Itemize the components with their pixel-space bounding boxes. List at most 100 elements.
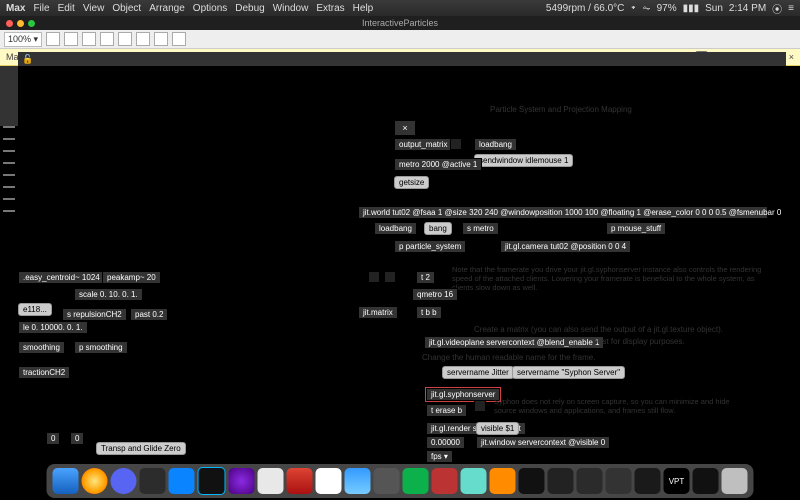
- menu-help[interactable]: Help: [353, 3, 374, 14]
- menu-extras[interactable]: Extras: [316, 3, 344, 14]
- zoom-dropdown[interactable]: 100% ▾: [4, 32, 42, 47]
- msg-transp[interactable]: Transp and Glide Zero: [96, 442, 186, 455]
- msg-visible[interactable]: visible $1: [476, 422, 519, 435]
- msg-servername-jitter[interactable]: servername Jitter: [442, 366, 514, 379]
- fan-temp-status[interactable]: 5499rpm / 66.0°C: [546, 3, 625, 14]
- toolbar-button[interactable]: [46, 32, 60, 46]
- palette-item[interactable]: [3, 186, 15, 188]
- palette-item[interactable]: [3, 210, 15, 212]
- dock-app[interactable]: [345, 468, 371, 494]
- dock-app[interactable]: [229, 468, 255, 494]
- palette-item[interactable]: [3, 174, 15, 176]
- dock-trash[interactable]: [722, 468, 748, 494]
- menu-options[interactable]: Options: [193, 3, 227, 14]
- obj-p-particle[interactable]: p particle_system: [394, 240, 466, 253]
- menu-object[interactable]: Object: [112, 3, 141, 14]
- obj-s-repulsion[interactable]: s repulsionCH2: [62, 308, 127, 321]
- obj-scale[interactable]: scale 0. 10. 0. 1.: [74, 288, 143, 301]
- toggle[interactable]: [384, 271, 396, 283]
- dock-app[interactable]: [461, 468, 487, 494]
- dock-app[interactable]: [403, 468, 429, 494]
- palette-item[interactable]: [3, 126, 15, 128]
- obj-p-mouse[interactable]: p mouse_stuff: [606, 222, 666, 235]
- menu-extra-icon[interactable]: ⦿: [772, 1, 782, 16]
- msg-getsize[interactable]: getsize: [394, 176, 429, 189]
- dock-app[interactable]: [519, 468, 545, 494]
- dock-app[interactable]: [577, 468, 603, 494]
- clock-time[interactable]: 2:14 PM: [729, 3, 766, 14]
- fps-label[interactable]: fps ▾: [426, 450, 453, 463]
- palette-item[interactable]: [3, 198, 15, 200]
- dock-app-chrome[interactable]: [82, 468, 108, 494]
- window-minimize-button[interactable]: [17, 20, 24, 27]
- obj-jit-window[interactable]: jit.window servercontext @visible 0: [476, 436, 610, 449]
- dock-app[interactable]: [140, 468, 166, 494]
- bang-button[interactable]: [450, 138, 462, 150]
- obj-tbb[interactable]: t b b: [416, 306, 442, 319]
- window-zoom-button[interactable]: [28, 20, 35, 27]
- dock-app[interactable]: [693, 468, 719, 494]
- menu-window[interactable]: Window: [273, 3, 309, 14]
- msg-e118[interactable]: e118...: [18, 303, 52, 316]
- obj-jit-world[interactable]: jit.world tut02 @fsaa 1 @size 320 240 @w…: [358, 206, 768, 219]
- wifi-icon[interactable]: ⏦: [642, 3, 650, 14]
- dock-app[interactable]: [432, 468, 458, 494]
- clock-day[interactable]: Sun: [705, 3, 723, 14]
- obj-smetro[interactable]: s metro: [462, 222, 499, 235]
- msg-sendwindow[interactable]: sendwindow idlemouse 1: [474, 154, 573, 167]
- battery-pct[interactable]: 97%: [657, 3, 677, 14]
- palette-item[interactable]: [3, 150, 15, 152]
- dock-app[interactable]: [169, 468, 195, 494]
- palette-item[interactable]: [3, 162, 15, 164]
- toolbar-button[interactable]: [136, 32, 150, 46]
- dock-app-vpt[interactable]: VPT: [664, 468, 690, 494]
- obj-easy-centroid[interactable]: .easy_centroid~ 1024 8: [18, 271, 111, 284]
- msg-bang[interactable]: bang: [424, 222, 452, 235]
- obj-loadbang[interactable]: loadbang: [374, 222, 417, 235]
- obj-terase[interactable]: t erase b: [426, 404, 467, 417]
- fps-number[interactable]: 0.00000: [426, 436, 465, 449]
- obj-output-matrix[interactable]: output_matrix: [394, 138, 452, 151]
- toolbar-button[interactable]: [154, 32, 168, 46]
- msg-servername-syphon[interactable]: servername "Syphon Server": [512, 366, 625, 379]
- dock-app[interactable]: [258, 468, 284, 494]
- toolbar-button[interactable]: [118, 32, 132, 46]
- dock-app-finder[interactable]: [53, 468, 79, 494]
- dock-app-calendar[interactable]: [316, 468, 342, 494]
- menu-view[interactable]: View: [83, 3, 105, 14]
- obj-p-smoothing[interactable]: p smoothing: [74, 341, 128, 354]
- dock-app-terminal[interactable]: [635, 468, 661, 494]
- notification-center-icon[interactable]: ≡: [788, 3, 794, 14]
- obj-past[interactable]: past 0.2: [130, 308, 168, 321]
- palette-item[interactable]: [3, 138, 15, 140]
- toolbar-button[interactable]: [172, 32, 186, 46]
- obj-metro[interactable]: metro 2000 @active 1: [394, 158, 482, 171]
- menu-edit[interactable]: Edit: [58, 3, 75, 14]
- subpatch-close-icon[interactable]: ×: [394, 120, 416, 136]
- toolbar-button[interactable]: [64, 32, 78, 46]
- bluetooth-icon[interactable]: ᛭: [630, 3, 636, 14]
- lock-icon[interactable]: 🔓: [22, 54, 33, 65]
- obj-t2[interactable]: t 2: [416, 271, 435, 284]
- menu-file[interactable]: File: [33, 3, 49, 14]
- toggle[interactable]: [368, 271, 380, 283]
- dock-app[interactable]: [606, 468, 632, 494]
- dock-app[interactable]: [198, 467, 226, 495]
- obj-smoothing[interactable]: smoothing: [18, 341, 65, 354]
- obj-range[interactable]: le 0. 10000. 0. 1.: [18, 321, 88, 334]
- dock-app[interactable]: [548, 468, 574, 494]
- obj-qmetro[interactable]: qmetro 16: [412, 288, 458, 301]
- obj-jit-camera[interactable]: jit.gl.camera tut02 @position 0 0 4: [500, 240, 631, 253]
- toolbar-button[interactable]: [82, 32, 96, 46]
- toolbar-button[interactable]: [100, 32, 114, 46]
- menu-debug[interactable]: Debug: [235, 3, 264, 14]
- dock-app-discord[interactable]: [111, 468, 137, 494]
- obj-peakamp[interactable]: peakamp~ 20: [102, 271, 161, 284]
- banner-close-icon[interactable]: ×: [789, 52, 794, 62]
- num-zero2[interactable]: 0: [70, 432, 84, 445]
- obj-loadbang[interactable]: loadbang: [474, 138, 517, 151]
- obj-jit-matrix[interactable]: jit.matrix: [358, 306, 398, 319]
- num-zero1[interactable]: 0: [46, 432, 60, 445]
- dock-app[interactable]: [374, 468, 400, 494]
- dock-app[interactable]: [287, 468, 313, 494]
